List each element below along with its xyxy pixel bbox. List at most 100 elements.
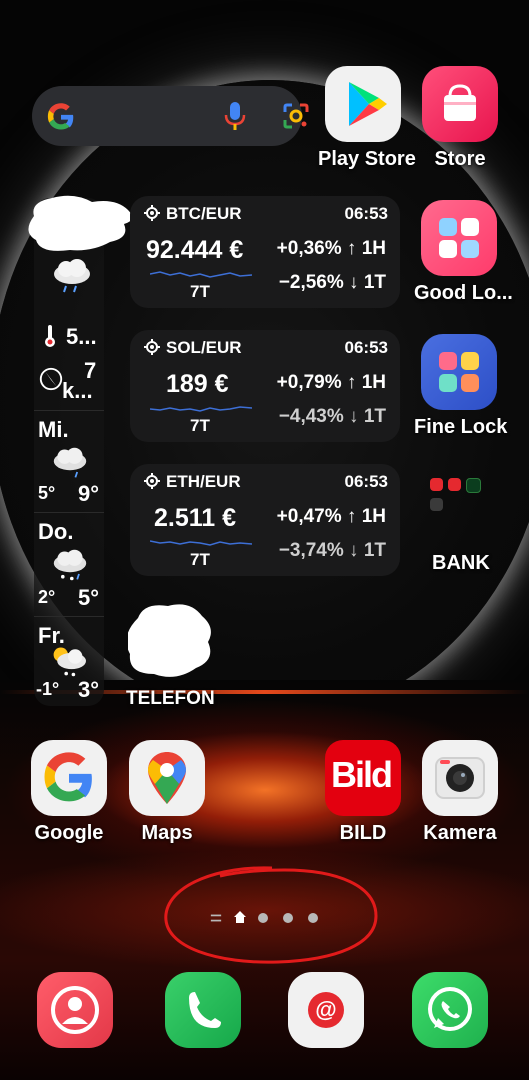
- bild-icon: Bild: [325, 740, 401, 816]
- google-label: Google: [34, 822, 104, 844]
- forecast-day-2: Do. 2° 5°: [34, 512, 104, 613]
- crypto-time: 06:53: [344, 338, 388, 357]
- play-store-label: Play Store: [318, 148, 416, 170]
- crypto-change-1t: −2,56% ↓ 1T: [278, 272, 386, 293]
- crypto-time: 06:53: [344, 472, 388, 491]
- gear-icon[interactable]: [144, 205, 160, 221]
- weather-wind-unit: k...: [62, 378, 93, 403]
- sparkline-chart: [150, 271, 252, 278]
- home-icon: [234, 911, 246, 923]
- forecast-low: 5°: [38, 483, 56, 503]
- forecast-high: 3°: [78, 677, 100, 702]
- bank-folder-icon[interactable]: [422, 470, 502, 550]
- dock-email[interactable]: @: [281, 972, 371, 1048]
- telefon-label[interactable]: TELEFON: [126, 688, 215, 710]
- forecast-day-label: Do.: [38, 519, 74, 544]
- store-label: Store: [434, 148, 486, 170]
- redaction-blob: [28, 195, 133, 251]
- crypto-range: 7T: [190, 416, 210, 435]
- google-icon: [31, 740, 107, 816]
- page-dot: [308, 913, 318, 923]
- bank-folder-label: BANK: [432, 552, 490, 574]
- app-store[interactable]: Store: [415, 66, 505, 171]
- sparkline-chart: [150, 406, 252, 412]
- page-dot: [283, 913, 293, 923]
- forecast-high: 9°: [78, 481, 100, 506]
- rain-cloud-icon: [53, 447, 87, 478]
- svg-text:@: @: [315, 997, 336, 1022]
- thermometer-icon: [45, 325, 55, 347]
- crypto-change-1h: +0,79% ↑ 1H: [276, 372, 386, 393]
- dock-contacts[interactable]: [30, 972, 120, 1048]
- phone-icon: [165, 972, 241, 1048]
- grid-mini-icon: [430, 498, 443, 511]
- camera-icon: [422, 740, 498, 816]
- fine-lock-label: Fine Lock: [414, 416, 508, 438]
- mic-icon[interactable]: [222, 101, 248, 131]
- fine-lock-icon: [421, 334, 497, 410]
- forecast-low: -1°: [36, 679, 60, 699]
- bank-mini-icon: [466, 478, 481, 493]
- whatsapp-icon: [412, 972, 488, 1048]
- gear-icon[interactable]: [144, 339, 160, 355]
- crypto-pair: SOL/EUR: [144, 338, 242, 358]
- store-bag-icon: [422, 66, 498, 142]
- good-lock-icon: [421, 200, 497, 276]
- crypto-price: 2.511 €: [154, 504, 237, 532]
- forecast-low: 2°: [38, 587, 56, 607]
- weather-widget[interactable]: 5... 7 k... Mi. 5° 9° Do. 2° 5° Fr. -1° …: [34, 198, 104, 706]
- bild-label: BILD: [339, 822, 387, 844]
- crypto-pair: ETH/EUR: [144, 472, 241, 492]
- crypto-time: 06:53: [344, 204, 388, 223]
- crypto-change-1h: +0,47% ↑ 1H: [276, 506, 386, 527]
- crypto-price: 189 €: [166, 370, 229, 398]
- app-bild[interactable]: Bild BILD: [318, 740, 408, 845]
- weather-temp-now: 5...: [66, 324, 97, 349]
- annotation-circle: [164, 866, 378, 964]
- dock-phone[interactable]: [158, 972, 248, 1048]
- sun-snow-cloud-icon: [53, 647, 86, 677]
- crypto-widget-btc[interactable]: BTC/EUR 06:53 92.444 € 7T +0,36% ↑ 1H −2…: [130, 196, 400, 308]
- redaction-blob: [128, 604, 211, 677]
- contacts-icon: [37, 972, 113, 1048]
- page-dot: [258, 913, 268, 923]
- app-kamera[interactable]: Kamera: [415, 740, 505, 845]
- wind-compass-icon: [39, 367, 63, 391]
- email-icon: @: [288, 972, 364, 1048]
- google-search-bar[interactable]: [32, 86, 309, 146]
- maps-icon: [129, 740, 205, 816]
- gear-icon[interactable]: [144, 473, 160, 489]
- menu-lines-icon: [210, 914, 222, 922]
- sparkline-chart: [150, 540, 252, 546]
- play-store-icon: [325, 66, 401, 142]
- crypto-change-1t: −4,43% ↓ 1T: [278, 406, 386, 427]
- crypto-change-1h: +0,36% ↑ 1H: [276, 238, 386, 259]
- forecast-day-3: Fr. -1° 3°: [34, 616, 104, 707]
- app-play-store[interactable]: Play Store: [318, 66, 416, 171]
- rain-cloud-icon: [54, 259, 90, 293]
- good-lock-label: Good Lo...: [414, 282, 513, 304]
- crypto-price: 92.444 €: [146, 236, 244, 264]
- crypto-pair: BTC/EUR: [144, 204, 242, 224]
- maps-label: Maps: [141, 822, 193, 844]
- app-fine-lock[interactable]: Fine Lock: [414, 334, 508, 439]
- app-maps[interactable]: Maps: [122, 740, 212, 845]
- dock-whatsapp[interactable]: [405, 972, 495, 1048]
- crypto-widget-eth[interactable]: ETH/EUR 06:53 2.511 € 7T +0,47% ↑ 1H −3,…: [130, 464, 400, 576]
- sparkasse-mini-icon: [448, 478, 461, 491]
- sparkasse-mini-icon: [430, 478, 443, 491]
- snow-cloud-icon: [53, 549, 87, 581]
- crypto-range: 7T: [190, 550, 210, 569]
- forecast-day-label: Mi.: [38, 417, 69, 442]
- google-g-icon: [47, 103, 74, 130]
- crypto-range: 7T: [190, 282, 210, 301]
- crypto-change-1t: −3,74% ↓ 1T: [278, 540, 386, 561]
- weather-wind: 7 k...: [34, 358, 104, 403]
- app-google[interactable]: Google: [24, 740, 114, 845]
- forecast-day-1: Mi. 5° 9°: [34, 410, 104, 509]
- lens-icon[interactable]: [282, 102, 310, 130]
- weather-temperature: 5...: [34, 320, 104, 354]
- forecast-high: 5°: [78, 585, 100, 610]
- crypto-widget-sol[interactable]: SOL/EUR 06:53 189 € 7T +0,79% ↑ 1H −4,43…: [130, 330, 400, 442]
- app-good-lock[interactable]: Good Lo...: [414, 200, 513, 305]
